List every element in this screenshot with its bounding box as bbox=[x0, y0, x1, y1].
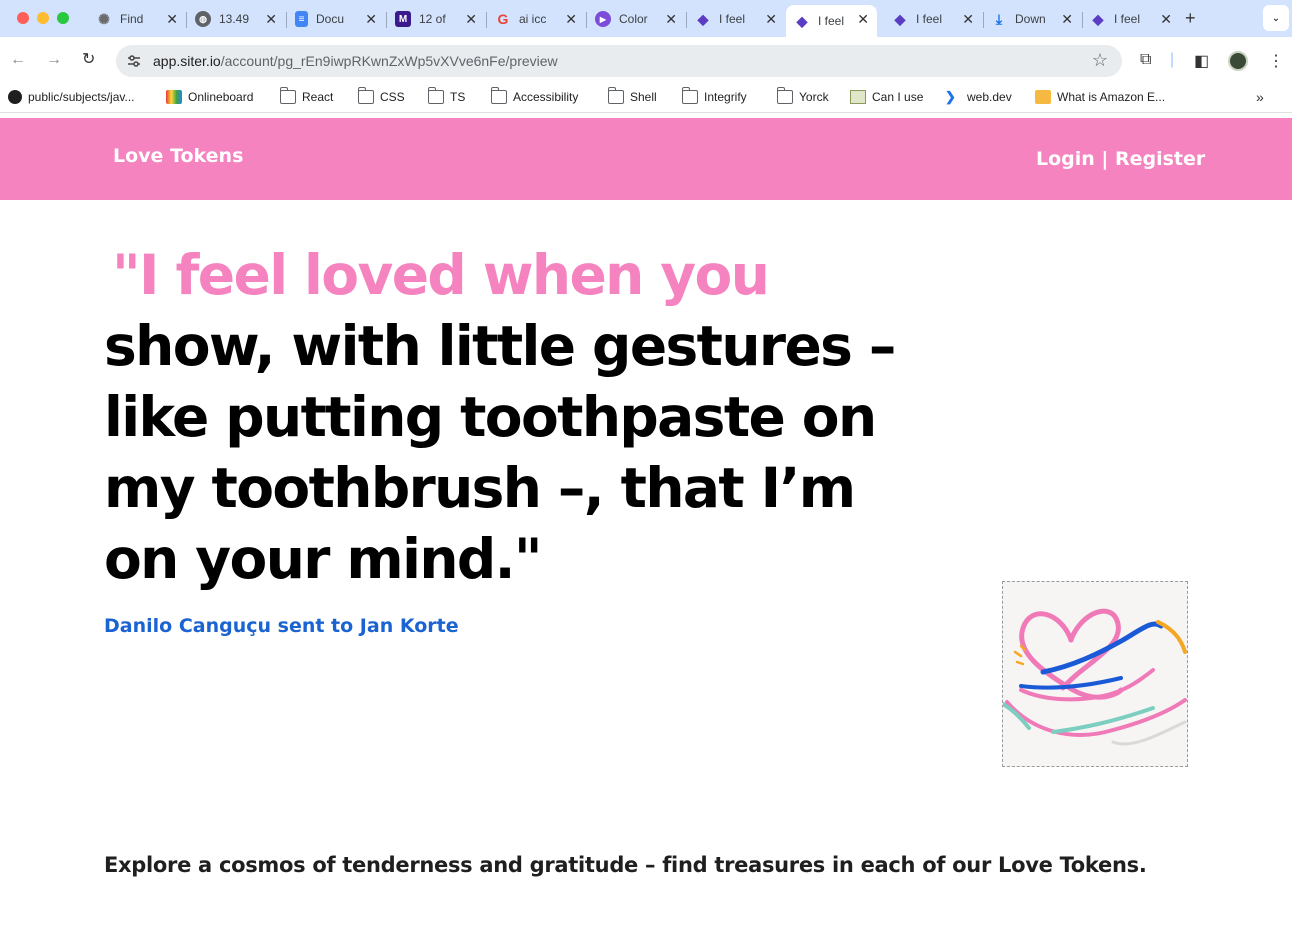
site-header: Love Tokens Login | Register bbox=[0, 118, 1292, 200]
login-register-link[interactable]: Login | Register bbox=[1036, 148, 1205, 170]
folder-icon bbox=[607, 87, 624, 104]
close-tab-icon[interactable]: ✕ bbox=[265, 11, 277, 27]
tab-search-icon[interactable]: ⌄ bbox=[1263, 5, 1289, 31]
menu-kebab-icon[interactable]: ⋮ bbox=[1268, 51, 1284, 71]
url-text[interactable]: app.siter.io/account/pg_rEn9iwpRKwnZxWp5… bbox=[153, 53, 558, 69]
close-window-button[interactable] bbox=[17, 12, 29, 24]
side-panel-icon[interactable]: ◧ bbox=[1194, 51, 1209, 71]
play-icon: ▶ bbox=[595, 11, 611, 27]
folder-icon bbox=[427, 87, 444, 104]
google-docs-icon: ≡ bbox=[295, 11, 308, 27]
github-icon bbox=[8, 90, 22, 104]
sender-line[interactable]: Danilo Canguçu sent to Jan Korte bbox=[104, 615, 459, 637]
folder-icon bbox=[357, 87, 374, 104]
bookmark-folder[interactable]: Yorck bbox=[776, 87, 829, 104]
close-tab-icon[interactable]: ✕ bbox=[665, 11, 677, 27]
google-icon: G bbox=[497, 11, 509, 27]
close-tab-icon[interactable]: ✕ bbox=[465, 11, 477, 27]
browser-tab[interactable]: ◆ I feel ✕ bbox=[687, 5, 785, 33]
browser-tab[interactable]: ◍ 13.49 ✕ bbox=[187, 5, 285, 33]
siter-icon: ◆ bbox=[697, 10, 709, 27]
caniuse-icon bbox=[850, 90, 866, 104]
brand-logo[interactable]: Love Tokens bbox=[113, 145, 243, 167]
browser-tab-strip: ✺ Find ✕ ◍ 13.49 ✕ ≡ Docu ✕ M 12 of ✕ G … bbox=[0, 0, 1292, 37]
onlineboard-icon bbox=[166, 90, 182, 104]
bookmark-item[interactable]: What is Amazon E... bbox=[1035, 90, 1165, 104]
m-icon: M bbox=[395, 11, 411, 27]
address-bar[interactable]: app.siter.io/account/pg_rEn9iwpRKwnZxWp5… bbox=[116, 45, 1122, 77]
tagline: Explore a cosmos of tenderness and grati… bbox=[104, 853, 1147, 877]
back-icon[interactable]: ← bbox=[10, 51, 26, 69]
minimize-window-button[interactable] bbox=[37, 12, 49, 24]
close-tab-icon[interactable]: ✕ bbox=[857, 11, 869, 27]
quote-body: show, with little gestures – like puttin… bbox=[104, 314, 896, 591]
bookmark-folder[interactable]: Integrify bbox=[681, 87, 747, 104]
extensions-icon[interactable]: ⧉ bbox=[1140, 51, 1151, 69]
bookmark-item[interactable]: Can I use bbox=[850, 90, 923, 104]
folder-icon bbox=[279, 87, 296, 104]
browser-tab[interactable]: ◆ I feel ✕ bbox=[1082, 5, 1180, 33]
close-tab-icon[interactable]: ✕ bbox=[1061, 11, 1073, 27]
browser-tab[interactable]: ◆ I feel ✕ bbox=[884, 5, 982, 33]
bookmark-item[interactable]: ❯ web.dev bbox=[945, 89, 1012, 105]
browser-tab[interactable]: M 12 of ✕ bbox=[387, 5, 485, 33]
siter-icon: ◆ bbox=[1092, 10, 1104, 27]
browser-tab[interactable]: ✺ Find ✕ bbox=[88, 5, 186, 33]
more-bookmarks-icon[interactable]: » bbox=[1256, 89, 1264, 105]
bookmark-folder[interactable]: CSS bbox=[357, 87, 405, 104]
browser-tab[interactable]: ▶ Color ✕ bbox=[587, 5, 685, 33]
bookmark-folder[interactable]: Accessibility bbox=[490, 87, 578, 104]
close-tab-icon[interactable]: ✕ bbox=[565, 11, 577, 27]
close-tab-icon[interactable]: ✕ bbox=[765, 11, 777, 27]
bookmarks-bar: public/subjects/jav... Onlineboard React… bbox=[0, 83, 1292, 113]
bookmark-folder[interactable]: Shell bbox=[607, 87, 657, 104]
close-tab-icon[interactable]: ✕ bbox=[1160, 11, 1172, 27]
bookmark-star-icon[interactable]: ☆ bbox=[1092, 50, 1108, 71]
bookmark-item[interactable]: Onlineboard bbox=[166, 90, 253, 104]
forward-icon[interactable]: → bbox=[46, 51, 62, 69]
siter-icon: ◆ bbox=[796, 12, 808, 29]
close-tab-icon[interactable]: ✕ bbox=[962, 11, 974, 27]
bookmark-item[interactable]: public/subjects/jav... bbox=[8, 90, 135, 104]
folder-icon bbox=[490, 87, 507, 104]
chatgpt-icon: ✺ bbox=[98, 10, 110, 27]
browser-tab[interactable]: G ai icc ✕ bbox=[487, 5, 585, 33]
zoom-window-button[interactable] bbox=[57, 12, 69, 24]
bookmark-folder[interactable]: React bbox=[279, 87, 333, 104]
siter-icon: ◆ bbox=[894, 10, 906, 27]
browser-tab-active[interactable]: ◆ I feel ✕ bbox=[786, 5, 877, 37]
webdev-icon: ❯ bbox=[945, 89, 956, 104]
profile-avatar[interactable] bbox=[1228, 51, 1248, 71]
reload-icon[interactable]: ↻ bbox=[82, 51, 95, 69]
globe-icon: ◍ bbox=[195, 11, 211, 27]
toolbar-divider: | bbox=[1170, 51, 1175, 68]
browser-tab[interactable]: ⤓ Down ✕ bbox=[983, 5, 1081, 33]
browser-toolbar: ← → ↻ app.siter.io/account/pg_rEn9iwpRKw… bbox=[0, 37, 1292, 83]
bookmark-folder[interactable]: TS bbox=[427, 87, 465, 104]
new-tab-icon[interactable]: + bbox=[1185, 8, 1196, 29]
aws-icon bbox=[1035, 90, 1051, 104]
folder-icon bbox=[776, 87, 793, 104]
love-quote: "I feel loved when you show, with little… bbox=[104, 240, 904, 595]
folder-icon bbox=[681, 87, 698, 104]
browser-tab[interactable]: ≡ Docu ✕ bbox=[287, 5, 385, 33]
close-tab-icon[interactable]: ✕ bbox=[365, 11, 377, 27]
close-tab-icon[interactable]: ✕ bbox=[166, 11, 178, 27]
download-icon: ⤓ bbox=[995, 10, 1003, 27]
site-settings-icon[interactable] bbox=[126, 53, 142, 69]
heart-hands-illustration bbox=[1001, 608, 1187, 746]
love-token-illustration bbox=[1001, 581, 1188, 767]
quote-highlight: "I feel loved when you bbox=[112, 243, 770, 307]
